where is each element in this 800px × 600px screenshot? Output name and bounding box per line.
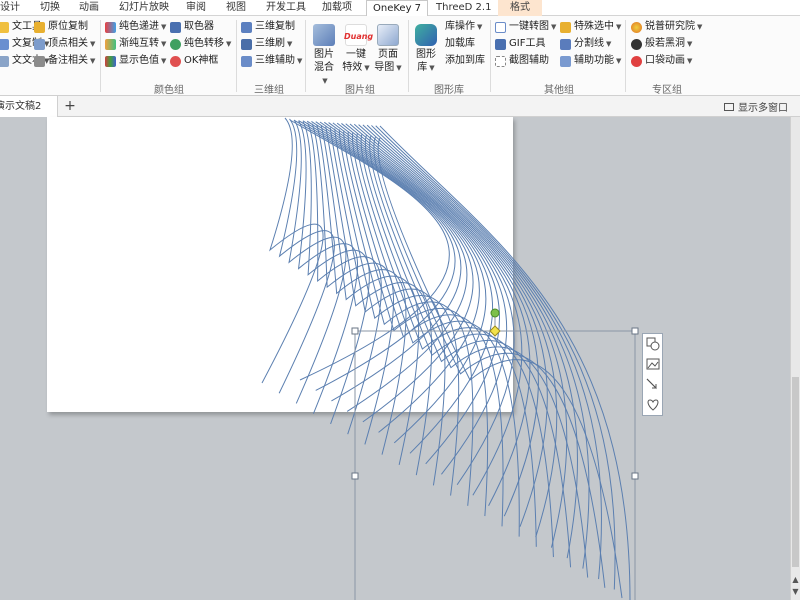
- selection-box[interactable]: [354, 330, 636, 600]
- curve-line: [307, 122, 382, 435]
- resize-handle[interactable]: [351, 472, 359, 480]
- resize-handle[interactable]: [351, 327, 359, 335]
- shape-style-icon[interactable]: [646, 337, 660, 351]
- scroll-up-button[interactable]: ▲: [791, 575, 800, 585]
- floating-toolbar: [642, 333, 663, 416]
- curve-line: [289, 119, 450, 381]
- curve-line: [366, 124, 590, 569]
- resize-handle[interactable]: [631, 472, 639, 480]
- curve-line: [358, 124, 568, 548]
- curve-line: [360, 134, 554, 558]
- vertical-scrollbar[interactable]: ▲ ▼: [790, 117, 800, 600]
- curve-line: [345, 123, 539, 517]
- curve-line: [294, 119, 456, 391]
- resize-handle[interactable]: [631, 327, 639, 335]
- heart-icon[interactable]: [646, 398, 660, 412]
- curve-line: [373, 136, 606, 588]
- curve-line: [371, 125, 602, 580]
- scrollbar-thumb[interactable]: [792, 377, 799, 567]
- image-icon[interactable]: [646, 357, 660, 371]
- rotation-handle[interactable]: [490, 308, 500, 318]
- curve-line: [302, 121, 370, 425]
- crop-icon[interactable]: [646, 378, 660, 392]
- scroll-down-button[interactable]: ▼: [791, 587, 800, 597]
- curve-line: [261, 117, 324, 384]
- drawing-layer: [261, 117, 639, 600]
